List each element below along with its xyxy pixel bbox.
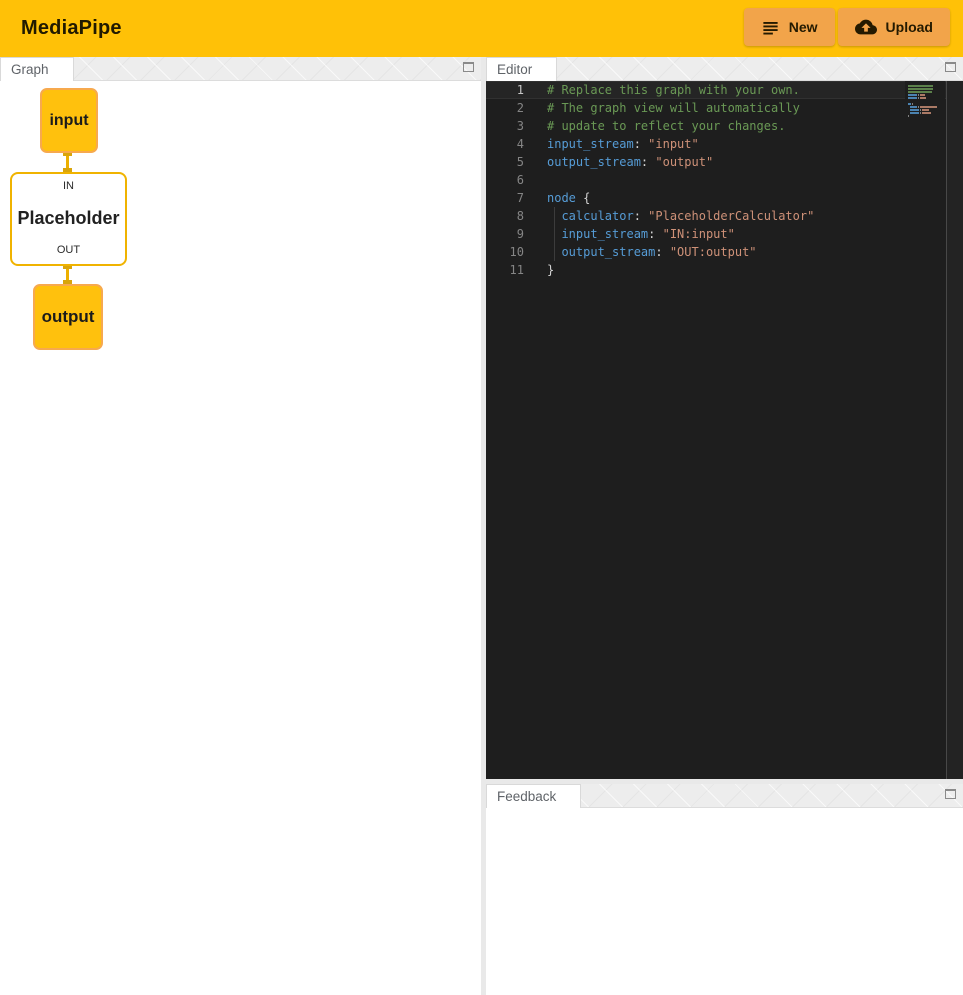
app-title: MediaPipe bbox=[21, 17, 122, 40]
code-line[interactable]: 10 output_stream: "OUT:output" bbox=[486, 243, 963, 261]
graph-node-output[interactable]: output bbox=[33, 284, 103, 350]
new-list-icon bbox=[761, 18, 780, 37]
minimap-line bbox=[908, 112, 945, 114]
minimap-line bbox=[908, 94, 945, 96]
code-line[interactable]: 9 input_stream: "IN:input" bbox=[486, 225, 963, 243]
tab-graph[interactable]: Graph bbox=[0, 57, 74, 81]
line-number: 5 bbox=[486, 153, 524, 171]
placeholder-out-port-label: OUT bbox=[57, 244, 80, 256]
code-line-text: output_stream: "output" bbox=[547, 153, 713, 171]
graph-panel: Graph input IN Placeholder OUT output bbox=[0, 57, 481, 995]
minimap[interactable] bbox=[905, 81, 945, 779]
graph-canvas[interactable]: input IN Placeholder OUT output bbox=[0, 81, 481, 995]
feedback-panel: Feedback bbox=[486, 784, 963, 995]
line-number: 3 bbox=[486, 117, 524, 135]
line-number: 10 bbox=[486, 243, 524, 261]
minimap-line bbox=[908, 88, 945, 90]
minimap-line bbox=[908, 97, 945, 99]
minimap-line bbox=[908, 91, 945, 93]
code-line[interactable]: 3 # update to reflect your changes. bbox=[486, 117, 963, 135]
minimap-line bbox=[908, 106, 945, 108]
code-line-text: # The graph view will automatically bbox=[547, 99, 800, 117]
minimap-line bbox=[908, 103, 945, 105]
header-buttons: New Upload bbox=[744, 8, 950, 46]
minimap-line bbox=[908, 109, 945, 111]
minimap-line bbox=[908, 85, 945, 87]
tab-feedback-label: Feedback bbox=[497, 789, 556, 804]
graph-maximize-icon[interactable] bbox=[463, 62, 474, 72]
code-line-text: node { bbox=[547, 189, 590, 207]
line-number: 11 bbox=[486, 261, 524, 279]
editor-scrollbar[interactable] bbox=[946, 81, 963, 779]
editor-tabstrip: Editor bbox=[486, 57, 963, 81]
upload-button-label: Upload bbox=[886, 19, 933, 35]
code-line[interactable]: 7 node { bbox=[486, 189, 963, 207]
code-line[interactable]: 6 bbox=[486, 171, 963, 189]
feedback-maximize-icon[interactable] bbox=[945, 789, 956, 799]
graph-node-placeholder[interactable]: IN Placeholder OUT bbox=[10, 172, 127, 266]
code-line-text: # Replace this graph with your own. bbox=[547, 81, 800, 99]
line-number: 6 bbox=[486, 171, 524, 189]
code-line-text: calculator: "PlaceholderCalculator" bbox=[547, 207, 814, 225]
graph-tabstrip: Graph bbox=[0, 57, 481, 81]
code-line[interactable]: 4 input_stream: "input" bbox=[486, 135, 963, 153]
tab-editor-label: Editor bbox=[497, 62, 532, 77]
code-lines: 1 # Replace this graph with your own. 2 # T… bbox=[486, 81, 963, 279]
code-line[interactable]: 11} bbox=[486, 261, 963, 279]
new-button[interactable]: New bbox=[744, 8, 835, 46]
line-number: 4 bbox=[486, 135, 524, 153]
code-line-text: } bbox=[547, 261, 554, 279]
line-number: 1 bbox=[486, 81, 524, 99]
placeholder-in-port-label: IN bbox=[63, 180, 74, 192]
line-number: 2 bbox=[486, 99, 524, 117]
tab-graph-label: Graph bbox=[11, 62, 49, 77]
code-line-text: # update to reflect your changes. bbox=[547, 117, 785, 135]
code-line[interactable]: 5 output_stream: "output" bbox=[486, 153, 963, 171]
minimap-line bbox=[908, 100, 945, 102]
code-line-text: output_stream: "OUT:output" bbox=[547, 243, 757, 261]
code-line-text: input_stream: "input" bbox=[547, 135, 699, 153]
upload-button[interactable]: Upload bbox=[838, 8, 950, 46]
tab-editor[interactable]: Editor bbox=[486, 57, 557, 81]
line-number: 7 bbox=[486, 189, 524, 207]
code-line-text: input_stream: "IN:input" bbox=[547, 225, 735, 243]
line-number: 8 bbox=[486, 207, 524, 225]
code-line[interactable]: 1 # Replace this graph with your own. bbox=[486, 81, 963, 99]
graph-node-input[interactable]: input bbox=[40, 88, 98, 153]
cloud-upload-icon bbox=[855, 16, 877, 38]
editor-maximize-icon[interactable] bbox=[945, 62, 956, 72]
editor-panel: Editor 1 # Replace this graph with your o… bbox=[486, 57, 963, 779]
tab-feedback[interactable]: Feedback bbox=[486, 784, 581, 808]
new-button-label: New bbox=[789, 19, 818, 35]
code-line[interactable]: 2 # The graph view will automatically bbox=[486, 99, 963, 117]
feedback-body bbox=[486, 808, 963, 995]
code-editor[interactable]: 1 # Replace this graph with your own. 2 # T… bbox=[486, 81, 963, 779]
feedback-tabstrip: Feedback bbox=[486, 784, 963, 808]
code-line[interactable]: 8 calculator: "PlaceholderCalculator" bbox=[486, 207, 963, 225]
minimap-line bbox=[908, 115, 945, 117]
placeholder-node-title: Placeholder bbox=[17, 208, 119, 229]
app-header: MediaPipe New Upload bbox=[0, 0, 963, 57]
line-number: 9 bbox=[486, 225, 524, 243]
